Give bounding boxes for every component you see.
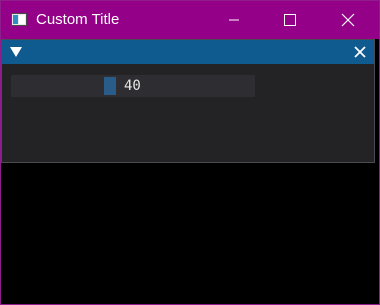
maximize-icon [284, 14, 296, 26]
client-area: 40 [1, 39, 379, 304]
close-icon [341, 13, 355, 27]
value-slider[interactable]: 40 [11, 75, 255, 97]
close-button[interactable] [325, 1, 371, 39]
app-icon [11, 13, 27, 26]
minimize-icon [229, 19, 239, 21]
triangle-down-icon[interactable] [9, 45, 23, 59]
minimize-button[interactable] [211, 1, 257, 39]
debug-panel: 40 [1, 39, 375, 163]
window-title: Custom Title [36, 11, 120, 28]
maximize-button[interactable] [267, 1, 313, 39]
app-window: Custom Title 40 [0, 0, 380, 305]
title-bar[interactable]: Custom Title [1, 1, 379, 39]
slider-grab[interactable] [104, 77, 116, 95]
panel-close-icon[interactable] [352, 44, 368, 60]
slider-value: 40 [124, 78, 141, 94]
panel-titlebar[interactable] [2, 40, 374, 64]
